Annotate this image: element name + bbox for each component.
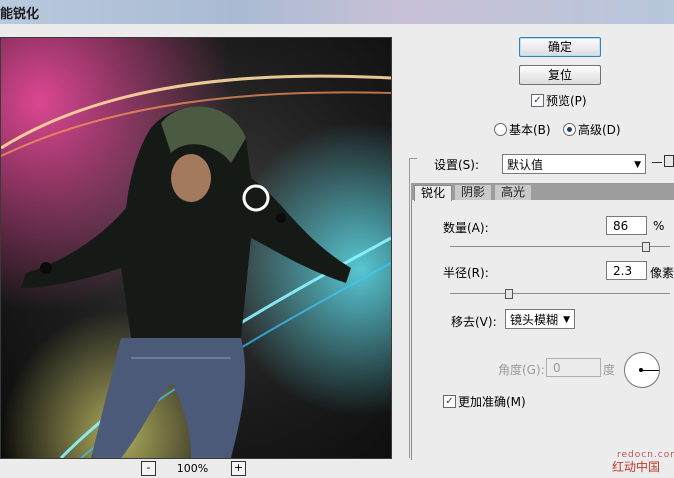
basic-radio[interactable] [494,123,507,136]
amount-label: 数量(A): [443,221,489,235]
save-settings-icon[interactable] [664,155,674,167]
radius-unit: 像素 [650,266,674,280]
dash-icon [652,162,662,163]
preview-label: 预览(P) [546,94,587,108]
tab-panel [411,200,674,460]
angle-input: 0 [546,358,601,377]
reset-button[interactable]: 复位 [519,65,601,85]
watermark-text: 红动中国 [612,460,661,474]
advanced-radio[interactable] [563,123,576,136]
chevron-down-icon: ▼ [563,315,570,325]
more-accurate-checkbox[interactable]: ✓ [443,395,456,408]
window-title: 能锐化 [0,7,40,22]
angle-unit: 度 [603,363,616,377]
panel-divider [409,158,410,458]
radius-input[interactable]: 2.3 [606,261,647,280]
zoom-level: 100% [176,462,209,475]
remove-value: 镜头模糊 [510,313,559,327]
preview-checkbox[interactable]: ✓ [531,94,544,107]
settings-select[interactable]: 默认值 ▼ [502,154,646,174]
zoom-in-button[interactable]: + [231,461,246,476]
amount-input[interactable]: 86 [606,216,647,235]
settings-value: 默认值 [507,158,544,172]
divider-tick [409,158,417,159]
advanced-label: 高级(D) [578,123,621,137]
radius-slider-track[interactable] [450,293,670,294]
tab-shadow[interactable]: 阴影 [455,185,492,200]
check-icon: ✓ [533,95,542,106]
remove-label: 移去(V): [451,315,497,329]
settings-label: 设置(S): [434,158,480,172]
amount-slider-thumb[interactable] [641,242,650,252]
check-icon: ✓ [445,396,454,407]
radius-label: 半径(R): [443,266,489,280]
amount-slider-track[interactable] [450,246,670,247]
chevron-down-icon: ▼ [634,160,641,170]
preview-artwork [1,38,391,458]
zoom-out-button[interactable]: - [141,461,156,476]
amount-unit: % [653,219,665,233]
angle-dial [624,352,660,388]
ok-button[interactable]: 确定 [519,37,601,57]
title-bar: 能锐化 [0,0,674,24]
radius-slider-thumb[interactable] [505,289,513,299]
tab-highlight[interactable]: 高光 [495,185,532,200]
angle-dial-needle [642,370,659,371]
angle-dial-center [639,368,643,372]
preview-image[interactable] [0,37,392,459]
remove-select[interactable]: 镜头模糊 ▼ [505,309,575,329]
tab-sharpen[interactable]: 锐化 [414,185,453,201]
basic-label: 基本(B) [509,123,551,137]
angle-label: 角度(G): [498,363,545,377]
more-accurate-label: 更加准确(M) [458,395,526,409]
